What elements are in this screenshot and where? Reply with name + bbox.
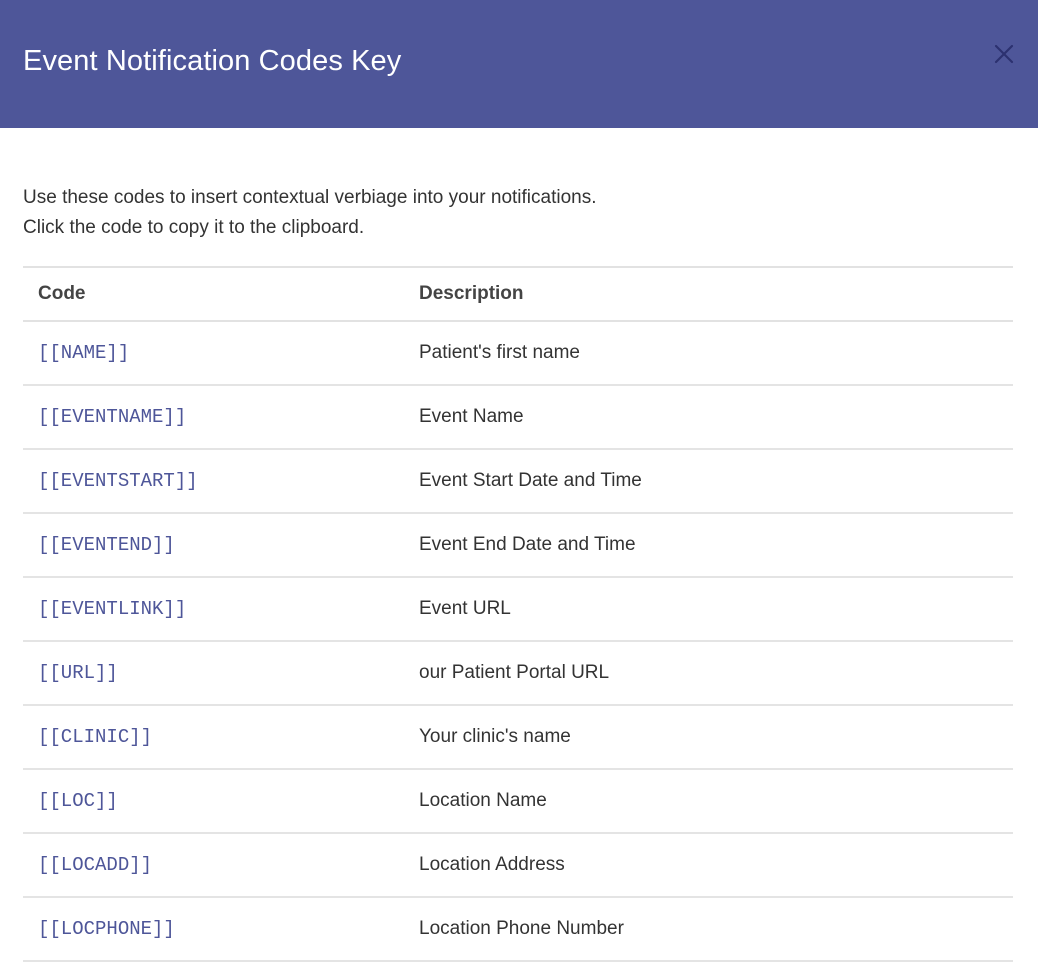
modal-body: Use these codes to insert contextual ver… xyxy=(0,128,1038,962)
code-link[interactable]: [[URL]] xyxy=(38,662,118,684)
code-description: Event URL xyxy=(404,577,1013,642)
code-description: Event Start Date and Time xyxy=(404,449,1013,514)
table-row: [[EVENTNAME]] Event Name xyxy=(23,385,1013,450)
code-link[interactable]: [[NAME]] xyxy=(38,342,129,364)
table-row: [[URL]] our Patient Portal URL xyxy=(23,641,1013,706)
table-row: [[EVENTLINK]] Event URL xyxy=(23,577,1013,642)
code-link[interactable]: [[EVENTEND]] xyxy=(38,534,175,556)
code-description: our Patient Portal URL xyxy=(404,641,1013,706)
column-header-code: Code xyxy=(23,266,404,322)
table-row: [[CLINIC]] Your clinic's name xyxy=(23,705,1013,770)
table-header-row: Code Description xyxy=(23,266,1013,322)
code-description: Location Address xyxy=(404,833,1013,898)
intro-text: Use these codes to insert contextual ver… xyxy=(23,183,1013,243)
code-description: Your clinic's name xyxy=(404,705,1013,770)
table-row: [[NAME]] Patient's first name xyxy=(23,321,1013,386)
table-row: [[LOCPHONE]] Location Phone Number xyxy=(23,897,1013,962)
close-icon xyxy=(994,44,1014,64)
code-description: Event Name xyxy=(404,385,1013,450)
code-link[interactable]: [[EVENTNAME]] xyxy=(38,406,186,428)
column-header-description: Description xyxy=(404,266,1013,322)
code-description: Patient's first name xyxy=(404,321,1013,386)
table-row: [[LOC]] Location Name xyxy=(23,769,1013,834)
code-description: Location Phone Number xyxy=(404,897,1013,962)
close-button[interactable] xyxy=(992,42,1016,66)
table-row: [[EVENTSTART]] Event Start Date and Time xyxy=(23,449,1013,514)
intro-line-1: Use these codes to insert contextual ver… xyxy=(23,187,597,208)
intro-line-2: Click the code to copy it to the clipboa… xyxy=(23,217,365,238)
code-description: Location Name xyxy=(404,769,1013,834)
table-row: [[LOCADD]] Location Address xyxy=(23,833,1013,898)
codes-table: Code Description [[NAME]] Patient's firs… xyxy=(23,266,1013,962)
code-link[interactable]: [[EVENTSTART]] xyxy=(38,470,198,492)
table-row: [[EVENTEND]] Event End Date and Time xyxy=(23,513,1013,578)
code-link[interactable]: [[LOCADD]] xyxy=(38,854,152,876)
codes-key-modal: Event Notification Codes Key Use these c… xyxy=(0,0,1038,964)
code-link[interactable]: [[EVENTLINK]] xyxy=(38,598,186,620)
code-link[interactable]: [[LOCPHONE]] xyxy=(38,918,175,940)
modal-header: Event Notification Codes Key xyxy=(0,0,1038,128)
code-link[interactable]: [[CLINIC]] xyxy=(38,726,152,748)
code-description: Event End Date and Time xyxy=(404,513,1013,578)
code-link[interactable]: [[LOC]] xyxy=(38,790,118,812)
modal-title: Event Notification Codes Key xyxy=(23,45,402,77)
